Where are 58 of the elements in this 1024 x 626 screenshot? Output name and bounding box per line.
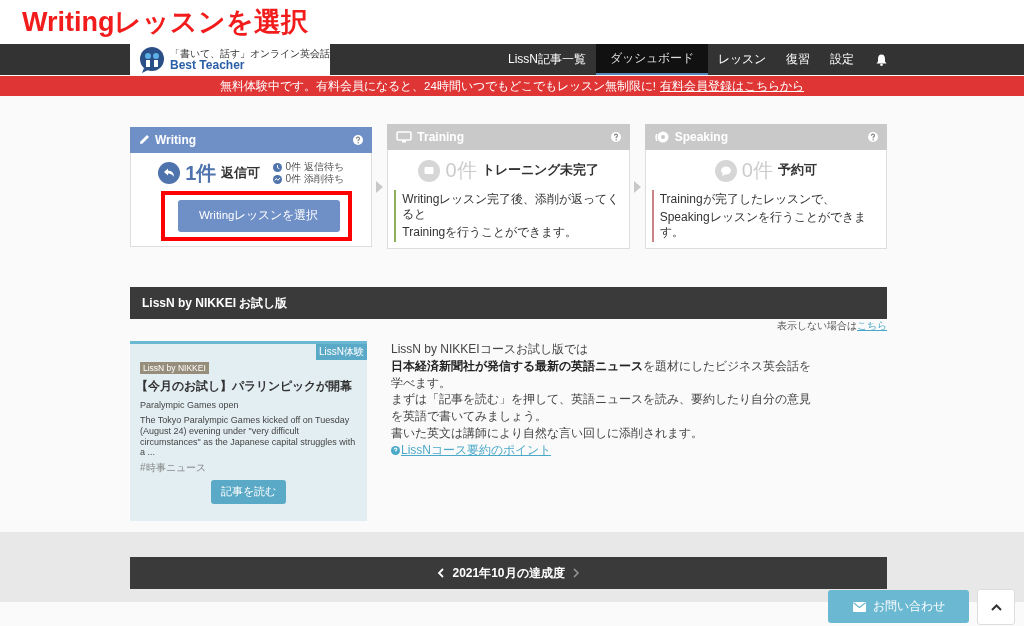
wave-icon	[273, 174, 283, 184]
reply-icon	[158, 162, 181, 184]
nav-tab[interactable]: 復習	[776, 44, 820, 75]
note-text: Writingレッスン完了後、添削が返ってくると	[402, 192, 621, 222]
bell-icon[interactable]	[876, 53, 887, 66]
help-icon[interactable]	[868, 132, 878, 142]
section-title: LissN by NIKKEI お試し版	[142, 294, 288, 312]
banner-text: 無料体験中です。有料会員になると、24時間いつでもどこでもレッスン無制限に!	[220, 78, 656, 94]
note-text: Trainingを行うことができます。	[402, 225, 579, 240]
article-subtitle: Paralympic Games open	[140, 400, 240, 410]
logo[interactable]: 「書いて、話す」オンライン英会話 Best Teacher	[130, 44, 330, 75]
nav-tab[interactable]: 設定	[820, 44, 864, 75]
pencil-icon	[139, 134, 150, 145]
description-text: LissN by NIKKEIコースお試し版では	[391, 341, 589, 358]
status-label: 予約可	[777, 162, 817, 179]
description-text: まずは「記事を読む」を押して、英語ニュースを読み、要約したり自分の意見を英語で書いてみましょう。	[391, 391, 811, 425]
status-label: 返信可	[221, 164, 261, 182]
note-text: Trainingが完了したレッスンで、	[659, 192, 836, 207]
logo-name: Best Teacher	[170, 58, 246, 71]
help-icon[interactable]	[610, 132, 621, 142]
chat-icon	[714, 159, 737, 182]
chat-icon	[653, 130, 670, 144]
nav-tab[interactable]: LissN記事一覧	[498, 44, 596, 75]
arrow-icon	[633, 180, 641, 193]
hide-note: 表示しない場合は	[777, 320, 857, 331]
clock-icon	[273, 162, 283, 172]
nav-tab[interactable]: ダッシュボード	[596, 44, 708, 75]
article-tag: #時事ニュース	[140, 461, 357, 476]
chevron-right-icon[interactable]	[572, 568, 580, 578]
trial-badge: LissN体験	[316, 344, 367, 360]
pending-label: 添削待ち	[304, 173, 344, 185]
article-headline: 【今月のお試し】パラリンピックが開幕	[136, 378, 353, 395]
card-title: Writing	[155, 132, 197, 147]
help-icon[interactable]	[353, 134, 364, 145]
nav-tab[interactable]: レッスン	[708, 44, 776, 75]
signup-link[interactable]: 有料会員登録はこちらから	[660, 78, 804, 94]
source-tag: LissN by NIKKEI	[140, 362, 209, 374]
note-text: Speakingレッスンを行うことができます。	[659, 210, 867, 240]
pending-count: 0件	[285, 173, 301, 185]
arrow-icon	[376, 180, 384, 193]
screen-icon	[418, 159, 441, 182]
chevron-up-icon	[990, 603, 1002, 611]
pending-count: 0件	[285, 161, 301, 173]
chevron-left-icon[interactable]	[437, 568, 445, 578]
scroll-top-button[interactable]	[977, 589, 1015, 625]
help-icon	[391, 445, 400, 455]
article-summary: The Tokyo Paralympic Games kicked off on Tuesday (August 24) evening under "very difficult circumstances" as the Japanese capital struggles with a ...	[140, 415, 357, 459]
annotation-title: Writingレッスンを選択	[22, 6, 309, 39]
logo-icon	[138, 45, 166, 74]
logo-tagline: 「書いて、話す」オンライン英会話	[170, 48, 330, 59]
count: 1件	[185, 160, 217, 186]
description-text: 日本経済新聞社が発信する最新の英語ニュースを題材にしたビジネス英会話を学べます。	[391, 357, 811, 392]
envelope-icon	[852, 601, 866, 612]
status-label: トレーニング未完了	[481, 162, 599, 179]
achievement-title: 2021年10月の達成度	[452, 564, 565, 582]
screen-icon	[396, 131, 413, 143]
description-text: 書いた英文は講師により自然な言い回しに添削されます。	[391, 425, 704, 442]
pending-label: 返信待ち	[304, 161, 344, 173]
